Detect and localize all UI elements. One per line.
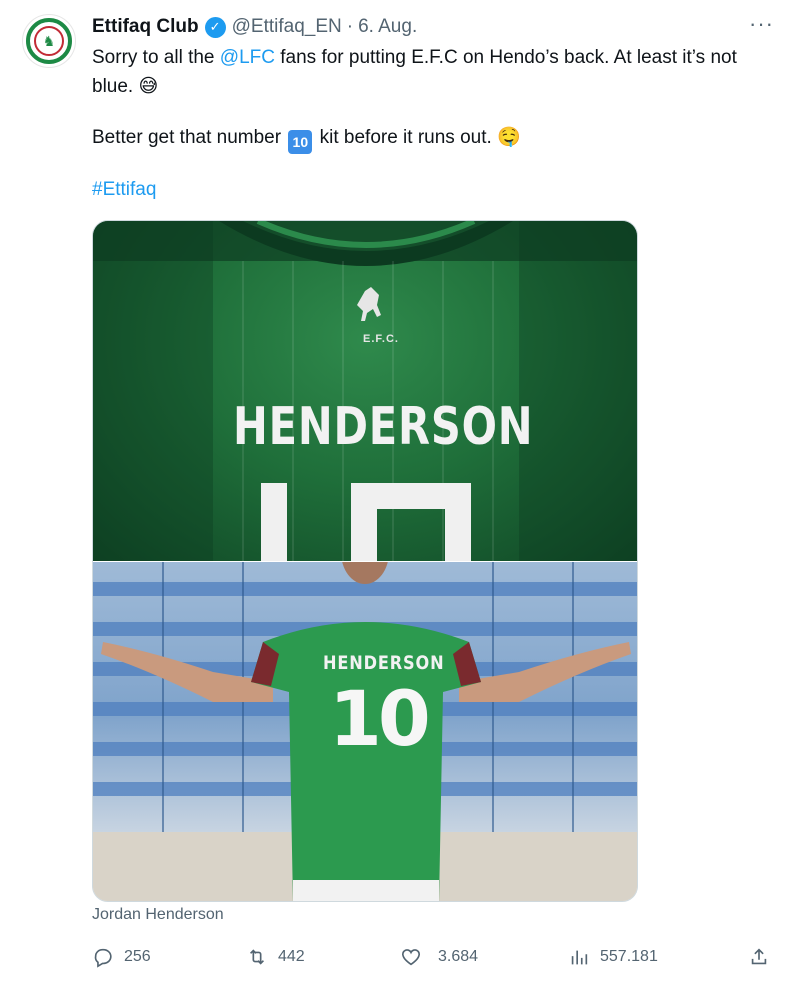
mention-link[interactable]: @LFC <box>220 47 275 68</box>
author-handle[interactable]: @Ettifaq_EN <box>232 16 342 38</box>
tweet-paragraph-2: Better get that number 10 kit before it … <box>92 123 772 154</box>
tweet-paragraph-1: Sorry to all the @LFC fans for putting E… <box>92 44 772 101</box>
tweet-paragraph-3: #Ettifaq <box>92 176 772 204</box>
photo-player-stadium[interactable]: HENDERSON 10 <box>93 562 637 901</box>
views-icon <box>571 950 588 965</box>
heart-icon <box>401 949 421 966</box>
reply-icon <box>94 948 112 968</box>
text-segment: Better get that number <box>92 127 287 148</box>
grinning-sweat-emoji: 😅 <box>138 75 159 97</box>
shirt-number-text: 10 <box>329 674 431 763</box>
repost-icon <box>249 949 265 965</box>
media-gallery[interactable]: E.F.C. HENDERSON HENDERSON 10 <box>92 220 638 902</box>
text-segment: Sorry to all the <box>92 47 220 68</box>
photo-shirt-hanging[interactable]: E.F.C. HENDERSON <box>93 221 637 561</box>
views-count: 557.181 <box>600 948 658 965</box>
share-button[interactable] <box>748 946 770 968</box>
like-count: 3.684 <box>438 948 479 965</box>
tweet-text: Sorry to all the @LFC fans for putting E… <box>92 44 772 204</box>
drooling-face-emoji: 🤤 <box>497 126 521 148</box>
tweet-header: Ettifaq Club ✓ @Ettifaq_EN · 6. Aug. <box>92 14 417 40</box>
shirt-illustration <box>93 221 637 561</box>
tweet-date[interactable]: 6. Aug. <box>358 16 417 38</box>
media-caption: Jordan Henderson <box>92 906 224 923</box>
hashtag-link[interactable]: #Ettifaq <box>92 179 156 200</box>
horse-icon: ♞ <box>42 32 56 49</box>
repost-button[interactable]: 442 <box>246 946 305 968</box>
text-segment: kit before it runs out. <box>314 127 492 148</box>
reply-count: 256 <box>124 948 151 965</box>
separator-dot: · <box>346 16 354 37</box>
ettifaq-logo: ♞ <box>26 18 72 64</box>
reply-button[interactable]: 256 <box>92 946 151 968</box>
verified-badge-icon[interactable]: ✓ <box>204 16 226 38</box>
repost-count: 442 <box>278 948 305 965</box>
shirt-name-text-2: HENDERSON <box>323 652 445 674</box>
keycap-ten-emoji: 10 <box>288 130 313 154</box>
action-bar: 256 442 3.684 557.181 <box>92 946 782 972</box>
author-name[interactable]: Ettifaq Club <box>92 16 199 38</box>
like-button[interactable]: 3.684 <box>400 946 478 968</box>
shirt-name-text: HENDERSON <box>233 397 534 457</box>
views-button[interactable]: 557.181 <box>568 946 658 968</box>
author-avatar[interactable]: ♞ <box>22 14 76 68</box>
shirt-brand-text: E.F.C. <box>363 333 399 345</box>
more-dots-icon[interactable]: ··· <box>749 13 774 35</box>
share-icon <box>751 948 767 965</box>
tweet-card[interactable]: ♞ Ettifaq Club ✓ @Ettifaq_EN · 6. Aug. ·… <box>0 0 802 988</box>
